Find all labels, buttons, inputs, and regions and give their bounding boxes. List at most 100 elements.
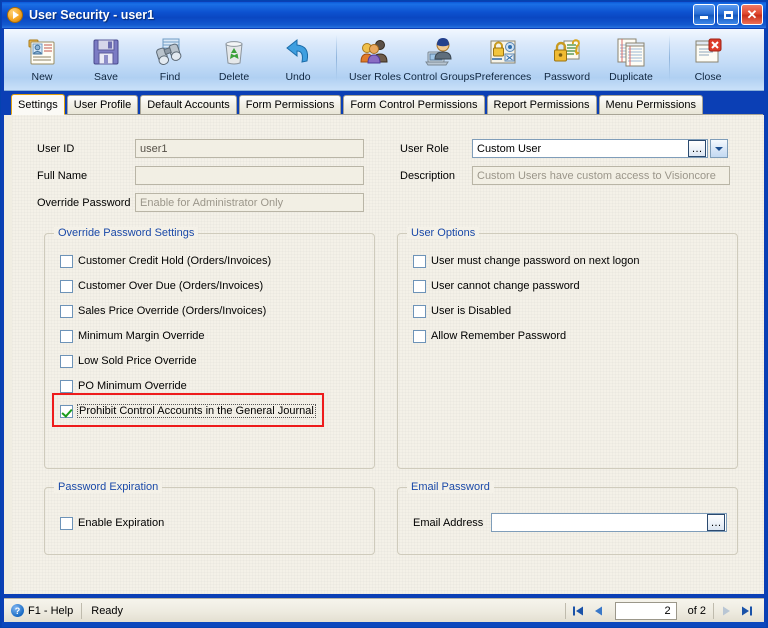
group-title: User Options (407, 227, 480, 239)
toolbar-label: Control Groups (403, 71, 475, 83)
toolbar-button-find[interactable]: Find (138, 33, 202, 87)
group-title: Override Password Settings (54, 227, 199, 239)
override-password-input[interactable]: Enable for Administrator Only (135, 193, 364, 212)
checkbox-label: User cannot change password (431, 280, 580, 292)
maximize-button[interactable] (717, 4, 739, 25)
toolbar-button-delete[interactable]: Delete (202, 33, 266, 87)
toolbar-label: New (31, 71, 53, 83)
checkbox-box[interactable] (60, 304, 73, 318)
checkbox-customer-over-due[interactable]: Customer Over Due (Orders/Invoices) (60, 278, 263, 294)
toolbar: New Save Find Delete Undo User Roles Con… (4, 29, 764, 91)
checkbox-box[interactable] (60, 516, 73, 530)
checkbox-box[interactable] (413, 329, 426, 343)
toolbar-button-preferences[interactable]: Preferences (471, 33, 535, 87)
first-record-icon[interactable] (569, 602, 587, 620)
undo-arrow-icon (281, 35, 315, 69)
checkbox-box[interactable] (413, 304, 426, 318)
users-group-icon (358, 35, 392, 69)
checkbox-box[interactable] (413, 279, 426, 293)
toolbar-button-control-groups[interactable]: Control Groups (403, 33, 475, 87)
tab-user-profile[interactable]: User Profile (66, 95, 139, 114)
duplicate-pages-icon (614, 35, 648, 69)
checkbox-box[interactable] (60, 354, 73, 368)
settings-panel: User ID user1 Full Name Override Passwor… (4, 115, 764, 594)
tab-menu-permissions[interactable]: Menu Permissions (598, 95, 704, 114)
record-total-label: of 2 (687, 604, 706, 617)
toolbar-label: User Roles (349, 71, 401, 83)
group-title: Password Expiration (54, 481, 163, 493)
user-role-label: User Role (400, 142, 449, 155)
checkbox-box[interactable] (60, 254, 73, 268)
help-label: F1 - Help (28, 604, 74, 617)
toolbar-label: Preferences (474, 71, 532, 83)
override-password-label: Override Password (37, 196, 131, 209)
field-override-password: Override Password Enable for Administrat… (37, 193, 364, 212)
next-record-icon[interactable] (717, 602, 735, 620)
tab-label: Form Control Permissions (350, 99, 478, 111)
full-name-input[interactable] (135, 166, 364, 185)
user-id-input[interactable]: user1 (135, 139, 364, 158)
user-role-browse-button[interactable]: … (688, 140, 706, 157)
checkbox-low-sold-price-override[interactable]: Low Sold Price Override (60, 353, 197, 369)
toolbar-label: Save (94, 71, 118, 83)
toolbar-button-password[interactable]: Password (535, 33, 599, 87)
toolbar-button-save[interactable]: Save (74, 33, 138, 87)
tab-report-permissions[interactable]: Report Permissions (486, 95, 597, 114)
padlock-settings-icon (486, 35, 520, 69)
user-role-dropdown-button[interactable] (710, 139, 728, 158)
tab-label: Form Permissions (245, 99, 335, 111)
toolbar-button-close[interactable]: Close (676, 33, 740, 87)
tab-form-control-permissions[interactable]: Form Control Permissions (343, 95, 485, 114)
field-user-id: User ID user1 (37, 139, 364, 158)
checkbox-enable-expiration[interactable]: Enable Expiration (60, 515, 164, 531)
tab-form-permissions[interactable]: Form Permissions (238, 95, 342, 114)
full-name-label: Full Name (37, 169, 88, 182)
checkbox-label: Minimum Margin Override (78, 330, 205, 342)
tab-label: Report Permissions (493, 99, 590, 111)
toolbar-label: Duplicate (609, 71, 653, 83)
checkbox-user-is-disabled[interactable]: User is Disabled (413, 303, 511, 319)
toolbar-separator (336, 35, 337, 81)
checkbox-box[interactable] (60, 404, 73, 418)
description-input[interactable]: Custom Users have custom access to Visio… (472, 166, 730, 185)
email-address-input[interactable]: … (491, 513, 727, 532)
tab-settings[interactable]: Settings (11, 94, 65, 115)
toolbar-button-duplicate[interactable]: Duplicate (599, 33, 663, 87)
checkbox-prohibit-control-accounts[interactable]: Prohibit Control Accounts in the General… (60, 403, 316, 419)
checkbox-cannot-change-password[interactable]: User cannot change password (413, 278, 580, 294)
minimize-button[interactable] (693, 4, 715, 25)
toolbar-label: Undo (285, 71, 311, 83)
close-button[interactable]: ✕ (741, 4, 763, 25)
checkbox-label: PO Minimum Override (78, 380, 187, 392)
checkbox-must-change-password[interactable]: User must change password on next logon (413, 253, 640, 269)
padlock-key-icon (550, 35, 584, 69)
close-icon: ✕ (746, 7, 758, 22)
checkbox-box[interactable] (60, 379, 73, 393)
checkbox-box[interactable] (413, 254, 426, 268)
checkbox-box[interactable] (60, 279, 73, 293)
toolbar-button-user-roles[interactable]: User Roles (343, 33, 407, 87)
checkbox-po-minimum-override[interactable]: PO Minimum Override (60, 378, 187, 394)
toolbar-button-new[interactable]: New (10, 33, 74, 87)
checkbox-allow-remember-password[interactable]: Allow Remember Password (413, 328, 566, 344)
tab-default-accounts[interactable]: Default Accounts (140, 95, 237, 114)
last-record-icon[interactable] (738, 602, 756, 620)
help-hint[interactable]: ? F1 - Help (4, 604, 81, 617)
email-browse-button[interactable]: … (707, 514, 725, 531)
field-email-address: Email Address … (413, 513, 727, 532)
tab-bar: Settings User Profile Default Accounts F… (11, 94, 763, 115)
window-frame-bottom (2, 622, 766, 627)
previous-record-icon[interactable] (590, 602, 608, 620)
user-role-input[interactable]: Custom User … (472, 139, 708, 158)
maximize-icon (723, 10, 733, 19)
checkbox-sales-price-override[interactable]: Sales Price Override (Orders/Invoices) (60, 303, 266, 319)
checkbox-label: Customer Over Due (Orders/Invoices) (78, 280, 264, 292)
checkbox-minimum-margin-override[interactable]: Minimum Margin Override (60, 328, 205, 344)
tab-label: Settings (18, 98, 58, 111)
checkbox-box[interactable] (60, 329, 73, 343)
title-bar: User Security - user1 ✕ (2, 2, 766, 28)
toolbar-button-undo[interactable]: Undo (266, 33, 330, 87)
checkbox-customer-credit-hold[interactable]: Customer Credit Hold (Orders/Invoices) (60, 253, 271, 269)
record-navigator: 2 of 2 (564, 601, 764, 620)
record-number-input[interactable]: 2 (614, 601, 677, 620)
